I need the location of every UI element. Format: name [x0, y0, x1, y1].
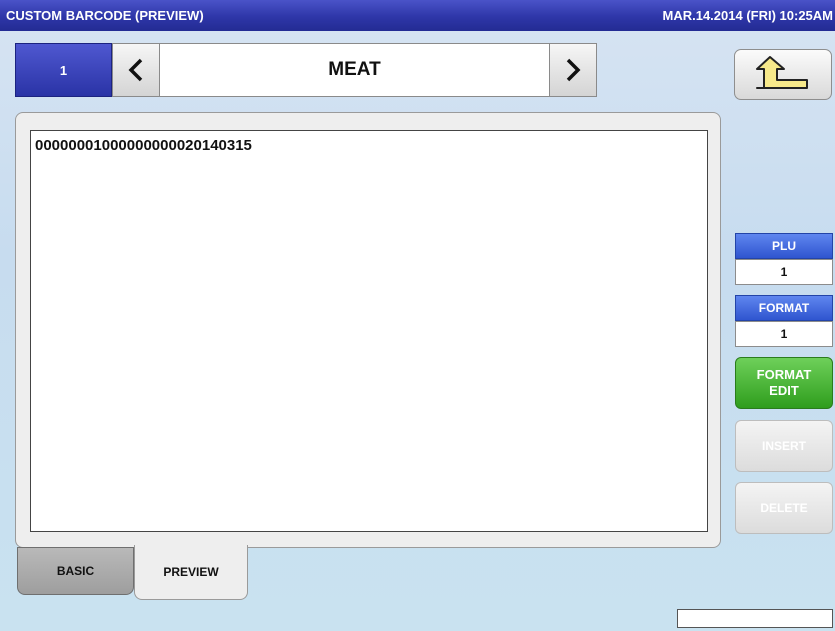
insert-button[interactable]: INSERT: [735, 420, 833, 472]
back-button[interactable]: [734, 49, 832, 100]
tab-preview[interactable]: PREVIEW: [134, 545, 248, 600]
next-button[interactable]: [549, 43, 597, 97]
return-arrow-icon: [756, 55, 808, 89]
format-value[interactable]: 1: [735, 321, 833, 347]
plu-label: PLU: [735, 233, 833, 259]
title-bar: CUSTOM BARCODE (PREVIEW) MAR.14.2014 (FR…: [0, 0, 835, 31]
category-name: MEAT: [160, 43, 549, 97]
barcode-preview-text: 00000001000000000020140315: [30, 130, 708, 532]
format-edit-button[interactable]: FORMAT EDIT: [735, 357, 833, 409]
delete-button[interactable]: DELETE: [735, 482, 833, 534]
format-edit-label-2: EDIT: [769, 383, 799, 398]
status-field: [677, 609, 833, 628]
tab-basic[interactable]: BASIC: [17, 547, 134, 595]
department-number[interactable]: 1: [15, 43, 112, 97]
chevron-left-icon: [128, 58, 143, 82]
format-edit-label-1: FORMAT: [756, 367, 812, 382]
chevron-right-icon: [566, 58, 581, 82]
plu-value[interactable]: 1: [735, 259, 833, 285]
format-label: FORMAT: [735, 295, 833, 321]
previous-button[interactable]: [112, 43, 160, 97]
date-time: MAR.14.2014 (FRI) 10:25AM: [662, 8, 834, 23]
preview-panel: 00000001000000000020140315: [15, 112, 721, 548]
screen-title: CUSTOM BARCODE (PREVIEW): [6, 8, 204, 23]
